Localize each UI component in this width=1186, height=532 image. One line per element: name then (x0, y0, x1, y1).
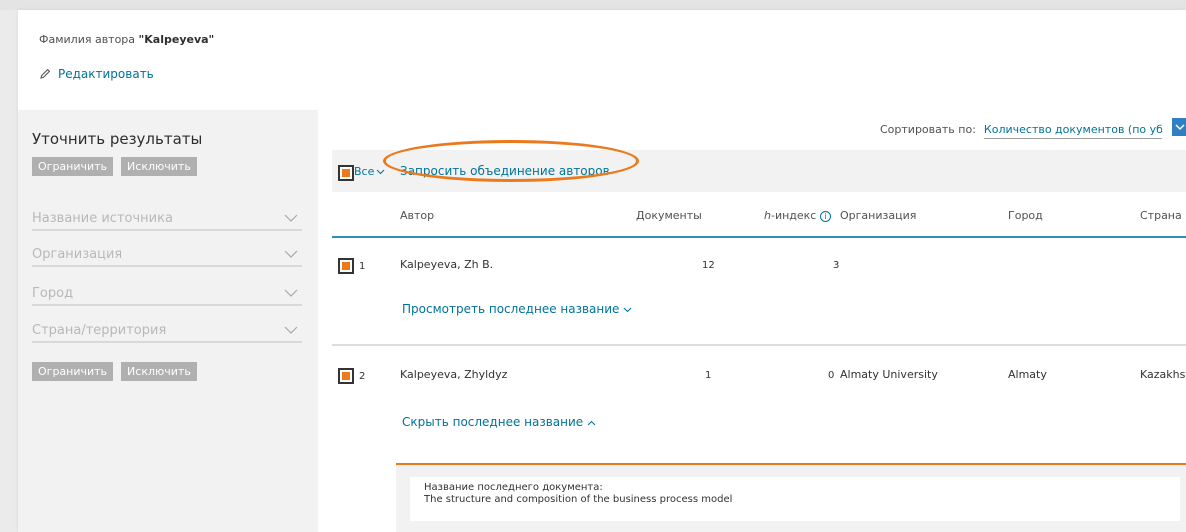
top-bar (0, 0, 1186, 10)
h-letter: h (764, 209, 771, 222)
city: Almaty (1008, 368, 1047, 381)
select-all-checkbox[interactable] (338, 165, 354, 181)
facet-label: Организация (32, 246, 123, 262)
chevron-down-icon (284, 326, 298, 334)
query-label: Фамилия автора (39, 33, 136, 46)
facet-source-title[interactable]: Название источника (32, 207, 302, 231)
chevron-down-icon (284, 214, 298, 222)
row-divider (332, 344, 1186, 346)
edit-search-link[interactable]: Редактировать (39, 67, 154, 81)
h-index-label: -индекс (770, 209, 817, 222)
document-count[interactable]: 1 (705, 370, 711, 381)
author-name[interactable]: Kalpeyeva, Zhyldyz (400, 368, 507, 381)
latest-document-panel: Название последнего документа: The struc… (396, 463, 1186, 532)
table-row: 2 Kalpeyeva, Zhyldyz 1 0 Almaty Universi… (332, 360, 1186, 460)
col-documents[interactable]: Документы (636, 209, 702, 222)
table-header: Автор Документы h-индекс i Организация Г… (332, 192, 1186, 238)
highlight-annotation (383, 140, 639, 182)
h-index-value: 0 (828, 370, 835, 381)
author-name[interactable]: Kalpeyeva, Zh B. (400, 258, 493, 271)
refine-buttons-bottom: Ограничить Исключить (32, 362, 197, 381)
sort-label: Сортировать по: (880, 123, 976, 136)
facet-city[interactable]: Город (32, 282, 302, 306)
search-query: Фамилия автора "Kalpeyeva" (39, 33, 214, 46)
country: Kazakhstan (1140, 368, 1186, 381)
chevron-up-icon (587, 420, 596, 426)
search-header: Фамилия автора "Kalpeyeva" Редактировать (18, 10, 1186, 110)
table-row: 1 Kalpeyeva, Zh B. 12 3 Просмотреть посл… (332, 248, 1186, 338)
facet-label: Город (32, 285, 74, 301)
chevron-down-icon (284, 289, 298, 297)
sort-control: Сортировать по: Количество документов (п… (880, 123, 1162, 139)
row-index: 2 (359, 371, 366, 382)
col-country[interactable]: Страна (1140, 209, 1182, 222)
refine-buttons-top: Ограничить Исключить (32, 157, 197, 176)
row-index: 1 (359, 261, 366, 272)
info-icon[interactable]: i (819, 210, 831, 222)
select-all-dropdown[interactable]: Все (354, 165, 385, 178)
latest-document-title[interactable]: The structure and composition of the bus… (424, 494, 1166, 506)
latest-document-label: Название последнего документа: (424, 482, 603, 493)
latest-document-box: Название последнего документа: The struc… (410, 477, 1180, 521)
results-card: Фамилия автора "Kalpeyeva" Редактировать… (18, 10, 1186, 532)
pencil-icon (40, 68, 51, 79)
edit-label: Редактировать (58, 67, 154, 81)
toggle-label: Просмотреть последнее название (402, 302, 620, 316)
facet-label: Страна/территория (32, 322, 167, 338)
col-organization[interactable]: Организация (840, 209, 916, 222)
facet-country[interactable]: Страна/территория (32, 319, 302, 343)
col-city[interactable]: Город (1008, 209, 1043, 222)
sort-dropdown-button[interactable] (1172, 118, 1186, 136)
chevron-down-icon (623, 307, 632, 313)
sort-select[interactable]: Количество документов (по уб... (983, 123, 1162, 139)
limit-button[interactable]: Ограничить (32, 157, 114, 176)
organization[interactable]: Almaty University (840, 368, 938, 381)
h-index-value: 3 (833, 260, 840, 271)
limit-button[interactable]: Ограничить (32, 362, 114, 381)
row-checkbox[interactable] (338, 368, 354, 384)
query-value: "Kalpeyeva" (138, 33, 215, 46)
toggle-label: Скрыть последнее название (402, 415, 584, 429)
hide-latest-title-toggle[interactable]: Скрыть последнее название (402, 415, 596, 429)
col-h-index[interactable]: h-индекс i (764, 209, 831, 222)
row-checkbox[interactable] (338, 258, 354, 274)
select-all-label: Все (354, 165, 375, 178)
exclude-button[interactable]: Исключить (121, 362, 197, 381)
facet-label: Название источника (32, 210, 173, 226)
refine-title: Уточнить результаты (32, 130, 203, 148)
exclude-button[interactable]: Исключить (121, 157, 197, 176)
chevron-down-icon (284, 250, 298, 258)
document-count[interactable]: 12 (702, 260, 715, 271)
chevron-down-icon (377, 169, 385, 174)
chevron-down-icon (1175, 124, 1185, 131)
facet-organization[interactable]: Организация (32, 243, 302, 267)
col-author[interactable]: Автор (400, 209, 434, 222)
refine-sidebar: Уточнить результаты Ограничить Исключить… (18, 110, 318, 532)
view-latest-title-toggle[interactable]: Просмотреть последнее название (402, 302, 632, 316)
